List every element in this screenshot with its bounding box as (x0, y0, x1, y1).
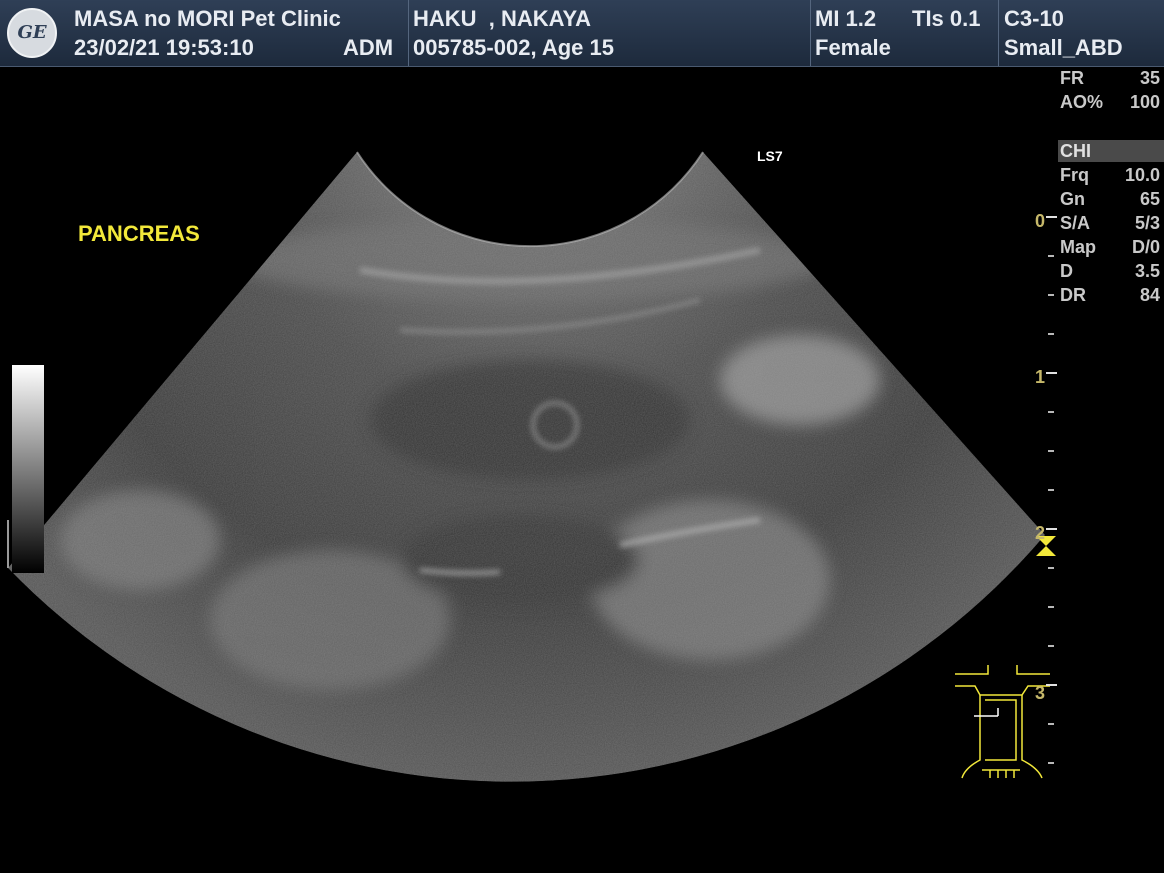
patient-sex: Female (815, 35, 891, 60)
probe-name: C3-10 (1004, 6, 1064, 31)
param-value: D/0 (1131, 237, 1160, 257)
depth-major-tick (1046, 528, 1057, 530)
param-row: D 3.5 (1058, 259, 1162, 283)
view-label: LS7 (757, 148, 783, 164)
preset-name: Small_ABD (1004, 35, 1123, 60)
param-row: AO% 100 (1058, 90, 1162, 114)
param-row: Gn 65 (1058, 187, 1162, 211)
depth-minor-tick (1048, 255, 1054, 257)
sector-image (8, 152, 1045, 782)
organ-annotation: PANCREAS (78, 221, 200, 246)
patient-name: HAKU , NAKAYA (413, 6, 592, 31)
param-row: DR 84 (1058, 283, 1162, 307)
depth-minor-tick (1048, 333, 1054, 335)
depth-label-2: 2 (1035, 523, 1046, 543)
param-row: FR 35 (1058, 66, 1162, 90)
param-key: Map (1060, 237, 1096, 257)
ultrasound-image (7, 151, 1056, 782)
param-row: Map D/0 (1058, 235, 1162, 259)
header-divider (810, 0, 811, 66)
param-row: Frq 10.0 (1058, 163, 1162, 187)
depth-label-0: 0 (1035, 211, 1046, 231)
param-value: 5/3 (1134, 213, 1160, 233)
param-value: 84 (1139, 285, 1160, 305)
depth-label-3: 3 (1035, 683, 1046, 703)
param-key: S/A (1060, 213, 1091, 233)
param-key: Frq (1060, 165, 1089, 185)
param-key: Gn (1060, 189, 1085, 209)
depth-minor-tick (1048, 450, 1054, 452)
depth-minor-tick (1048, 411, 1054, 413)
depth-minor-tick (1048, 567, 1054, 569)
mode-label: CHI (1058, 140, 1164, 162)
header-divider (408, 0, 409, 66)
depth-minor-tick (1048, 489, 1054, 491)
grayscale-bar (12, 365, 44, 573)
param-value: 65 (1139, 189, 1160, 209)
depth-label-1: 1 (1035, 367, 1046, 387)
param-value: 10.0 (1124, 165, 1160, 185)
clinic-name: MASA no MORI Pet Clinic (74, 6, 341, 31)
header-divider (998, 0, 999, 66)
depth-minor-tick (1048, 294, 1054, 296)
ge-logo: GE (7, 8, 57, 58)
param-value: 3.5 (1134, 261, 1160, 281)
param-value: 35 (1139, 68, 1160, 88)
depth-major-tick (1046, 372, 1057, 374)
param-key: DR (1060, 285, 1086, 305)
depth-minor-tick (1048, 606, 1054, 608)
param-key: FR (1060, 68, 1084, 88)
param-value: 100 (1129, 92, 1160, 112)
logo-text: GE (17, 22, 47, 43)
param-row: S/A 5/3 (1058, 211, 1162, 235)
thermal-index: TIs 0.1 (912, 6, 981, 31)
param-key: AO% (1060, 92, 1104, 112)
depth-minor-tick (1048, 762, 1054, 764)
operator: ADM (343, 35, 394, 60)
probe-position-icon (974, 708, 999, 717)
depth-minor-tick (1048, 645, 1054, 647)
depth-minor-tick (1048, 723, 1054, 725)
header-bar: GE MASA no MORI Pet Clinic 23/02/21 19:5… (0, 0, 1164, 67)
depth-major-tick (1046, 216, 1057, 218)
depth-major-tick (1046, 684, 1057, 686)
mechanical-index: MI 1.2 (815, 6, 877, 31)
exam-datetime: 23/02/21 19:53:10 (74, 35, 254, 60)
param-key: D (1060, 261, 1073, 281)
body-mark-icon (955, 665, 1050, 779)
patient-id-age: 005785-002, Age 15 (413, 35, 614, 60)
